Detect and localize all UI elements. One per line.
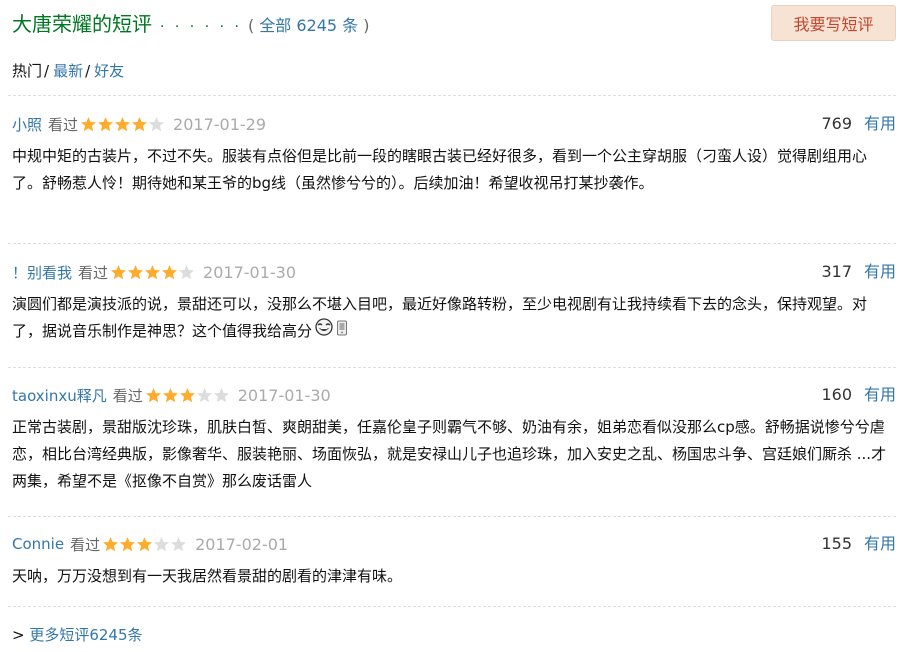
divider (8, 516, 896, 517)
comment-item: taoxinxu释凡 看过 2017-01-30 160 有用 正常古装剧，景甜… (12, 383, 896, 495)
vote-count: 160 (821, 385, 852, 404)
all-comments-link[interactable]: 全部 6245 条 (259, 16, 358, 35)
rating-stars (145, 387, 230, 403)
comment-user-link[interactable]: taoxinxu释凡 (12, 385, 107, 406)
comment-date: 2017-01-30 (203, 262, 297, 282)
divider (8, 606, 896, 607)
divider (8, 95, 896, 96)
divider (8, 367, 896, 368)
watched-label: 看过 (78, 263, 109, 282)
star-empty-icon (196, 388, 212, 403)
comment-user-link[interactable]: ！别看我 (12, 262, 72, 283)
star-filled-icon (145, 388, 161, 403)
rating-stars (80, 116, 165, 132)
comment-meta: ！别看我 看过 2017-01-30 317 有用 (12, 260, 896, 284)
star-empty-icon (171, 537, 187, 552)
star-empty-icon (154, 537, 170, 552)
comment-date: 2017-02-01 (195, 534, 289, 554)
comment-text: 天呐，万万没想到有一天我居然看景甜的剧看的津津有味。 (12, 567, 403, 585)
divider (8, 243, 896, 244)
comment-date: 2017-01-29 (173, 114, 267, 134)
title-dots: · · · · · · (160, 19, 242, 35)
star-filled-icon (132, 117, 148, 132)
vote-count: 155 (821, 534, 852, 553)
useful-button[interactable]: 有用 (864, 260, 896, 284)
comment-count: ( 全部 6245 条 ) (247, 16, 370, 35)
useful-button[interactable]: 有用 (864, 112, 896, 136)
useful-button[interactable]: 有用 (864, 383, 896, 407)
more-comments: > 更多短评6245条 (12, 626, 143, 644)
sort-tab-newest[interactable]: 最新 (53, 62, 83, 80)
section-title: 大唐荣耀的短评 (12, 12, 152, 36)
comment-meta: 小照 看过 2017-01-29 769 有用 (12, 112, 896, 136)
sort-tab-hot[interactable]: 热门 (12, 62, 42, 80)
rating-stars (102, 536, 187, 552)
star-empty-icon (149, 117, 165, 132)
comment-text: 中规中矩的古装片，不过不失。服装有点俗但是比前一段的瞎眼古装已经好很多，看到一个… (12, 147, 868, 192)
rating-stars (110, 264, 195, 280)
useful-button[interactable]: 有用 (864, 532, 896, 556)
comment-text: 正常古装剧，景甜版沈珍珠，肌肤白皙、爽朗甜美，任嘉伦皇子则霸气不够、奶油有余，姐… (12, 418, 887, 490)
star-filled-icon (145, 265, 161, 280)
watched-label: 看过 (48, 115, 79, 134)
comment-item: ！别看我 看过 2017-01-30 317 有用 演圆们都是演技派的说，景甜还… (12, 260, 896, 345)
more-comments-link[interactable]: 更多短评6245条 (29, 626, 142, 644)
comment-item: Connie 看过 2017-02-01 155 有用 天呐，万万没想到有一天我… (12, 532, 896, 590)
star-filled-icon (128, 265, 144, 280)
write-review-button[interactable]: 我要写短评 (771, 5, 896, 41)
comment-text: 演圆们都是演技派的说，景甜还可以，没那么不堪入目吧，最近好像路转粉，至少电视剧有… (12, 295, 868, 340)
comments-panel: 大唐荣耀的短评 · · · · · · ( 全部 6245 条 ) 我要写短评 … (0, 0, 904, 652)
star-empty-icon (213, 388, 229, 403)
star-filled-icon (98, 117, 114, 132)
star-filled-icon (115, 117, 131, 132)
comment-date: 2017-01-30 (237, 385, 331, 405)
star-empty-icon (179, 265, 195, 280)
star-filled-icon (120, 537, 136, 552)
star-filled-icon (179, 388, 195, 403)
comment-meta: Connie 看过 2017-02-01 155 有用 (12, 532, 896, 556)
vote-count: 769 (821, 114, 852, 133)
sort-tabs: 热门 / 最新 / 好友 (12, 62, 125, 80)
star-filled-icon (137, 537, 153, 552)
section-header: 大唐荣耀的短评 · · · · · · ( 全部 6245 条 ) (12, 8, 370, 38)
comment-user-link[interactable]: Connie (12, 535, 64, 553)
star-filled-icon (162, 265, 178, 280)
star-filled-icon (103, 537, 119, 552)
comment-item: 小照 看过 2017-01-29 769 有用 中规中矩的古装片，不过不失。服装… (12, 112, 896, 197)
comment-user-link[interactable]: 小照 (12, 114, 42, 135)
star-filled-icon (81, 117, 97, 132)
watched-label: 看过 (70, 535, 101, 554)
comment-meta: taoxinxu释凡 看过 2017-01-30 160 有用 (12, 383, 896, 407)
star-filled-icon (111, 265, 127, 280)
laughing-emoji-icon (314, 318, 334, 345)
comment-text-wrap: 演圆们都是演技派的说，景甜还可以，没那么不堪入目吧，最近好像路转粉，至少电视剧有… (12, 291, 896, 345)
star-filled-icon (162, 388, 178, 403)
watched-label: 看过 (112, 386, 143, 405)
phone-emoji-icon (336, 318, 348, 345)
vote-count: 317 (821, 262, 852, 281)
sort-tab-friends[interactable]: 好友 (94, 62, 124, 80)
